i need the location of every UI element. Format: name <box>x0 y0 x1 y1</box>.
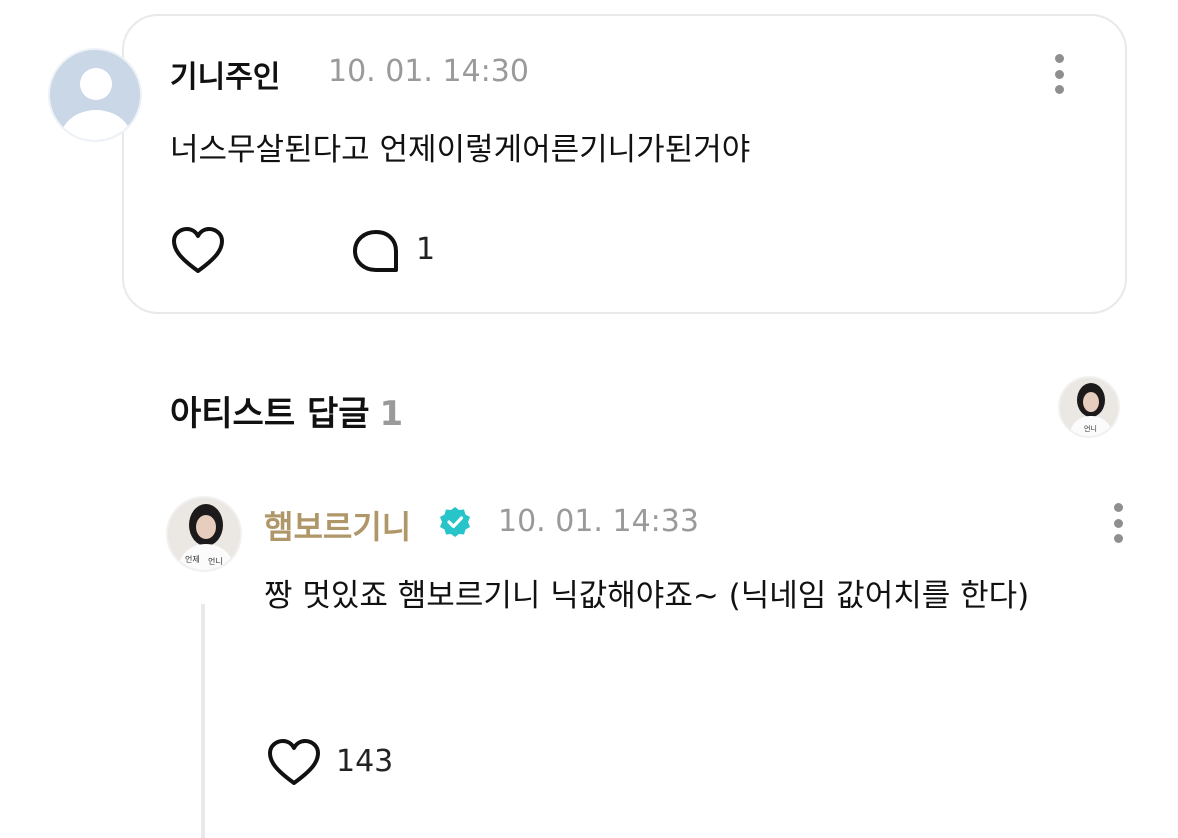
comment-text: 너스무살된다고 언제이렇게어른기니가된거야 <box>170 132 751 168</box>
artist-replies-title: 아티스트 답글 <box>170 394 370 434</box>
artist-replies-count: 1 <box>379 394 404 434</box>
default-avatar-icon <box>80 68 112 100</box>
artist-replies-header: 아티스트 답글 1 <box>170 386 403 435</box>
svg-text:언제: 언제 <box>185 554 200 564</box>
commenter-avatar[interactable] <box>48 48 142 142</box>
more-vertical-icon[interactable] <box>1053 54 1065 94</box>
heart-icon[interactable] <box>170 226 226 280</box>
artist-username[interactable]: 햄보르기니 <box>264 502 411 548</box>
svg-text:언니: 언니 <box>1084 424 1097 433</box>
artist-avatar-small[interactable]: 언니 <box>1058 376 1120 438</box>
heart-icon[interactable] <box>266 738 322 792</box>
more-vertical-icon[interactable] <box>1112 503 1124 543</box>
svg-text:언니: 언니 <box>208 556 223 566</box>
artist-avatar[interactable]: 언제 언니 <box>166 496 242 572</box>
reply-count: 1 <box>416 232 436 267</box>
verified-badge-icon <box>438 505 472 543</box>
thread-line <box>201 604 205 838</box>
comment-bubble-icon[interactable] <box>350 228 402 280</box>
reply-text: 짱 멋있죠 햄보르기니 닉값해야죠~ (닉네임 값어치를 한다) <box>264 578 1030 614</box>
reply-timestamp: 10. 01. 14:33 <box>498 504 699 539</box>
comment-timestamp: 10. 01. 14:30 <box>328 54 529 89</box>
like-count: 143 <box>336 744 394 779</box>
commenter-username[interactable]: 기니주인 <box>170 52 280 96</box>
